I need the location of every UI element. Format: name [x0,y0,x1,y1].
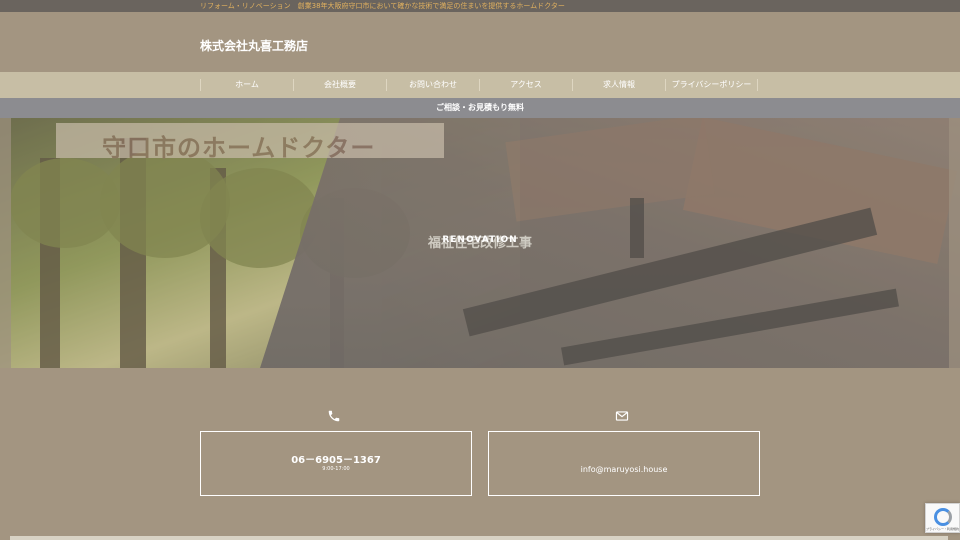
phone-contact-box[interactable]: 06－6905－1367 9:00-17:00 [200,431,472,496]
nav-item-home[interactable]: ホーム [200,79,293,91]
email-contact-box[interactable]: info@maruyosi.house [488,431,760,496]
phone-icon [327,408,341,422]
site-header: 株式会社丸喜工務店 [0,12,960,72]
nav-item-company[interactable]: 会社概要 [293,79,386,91]
site-title-link[interactable]: 株式会社丸喜工務店 [200,37,308,54]
nav-item-access[interactable]: アクセス [479,79,572,91]
phone-number[interactable]: 06－6905－1367 [201,451,471,466]
hero-slider[interactable]: 守口市のホームドクター 福祉住宅改修工事 RENOVATION [0,118,960,368]
top-bar: リフォーム・リノベーション 創業38年大阪府守口市において確かな技術で満足の住ま… [0,0,960,12]
hero-caption-secondary: RENOVATION [442,235,518,245]
recaptcha-badge[interactable]: プライバシー・利用規約 [925,503,960,533]
nav-item-recruit[interactable]: 求人情報 [572,79,665,91]
recaptcha-icon [934,508,952,526]
recaptcha-terms[interactable]: プライバシー・利用規約 [926,527,959,531]
site-tagline: リフォーム・リノベーション 創業38年大阪府守口市において確かな技術で満足の住ま… [200,2,565,10]
envelope-icon [615,408,629,422]
main-nav: ホーム 会社概要 お問い合わせ アクセス 求人情報 プライバシーポリシー [0,72,960,98]
nav-item-privacy[interactable]: プライバシーポリシー [665,79,758,91]
phone-hours: 9:00-17:00 [322,466,350,472]
nav-item-contact[interactable]: お問い合わせ [386,79,479,91]
free-consultation-bar: ご相談・お見積もり無料 [0,98,960,118]
footer-edge [10,536,948,540]
notice-text: ご相談・お見積もり無料 [436,103,524,112]
email-address[interactable]: info@maruyosi.house [489,465,759,474]
